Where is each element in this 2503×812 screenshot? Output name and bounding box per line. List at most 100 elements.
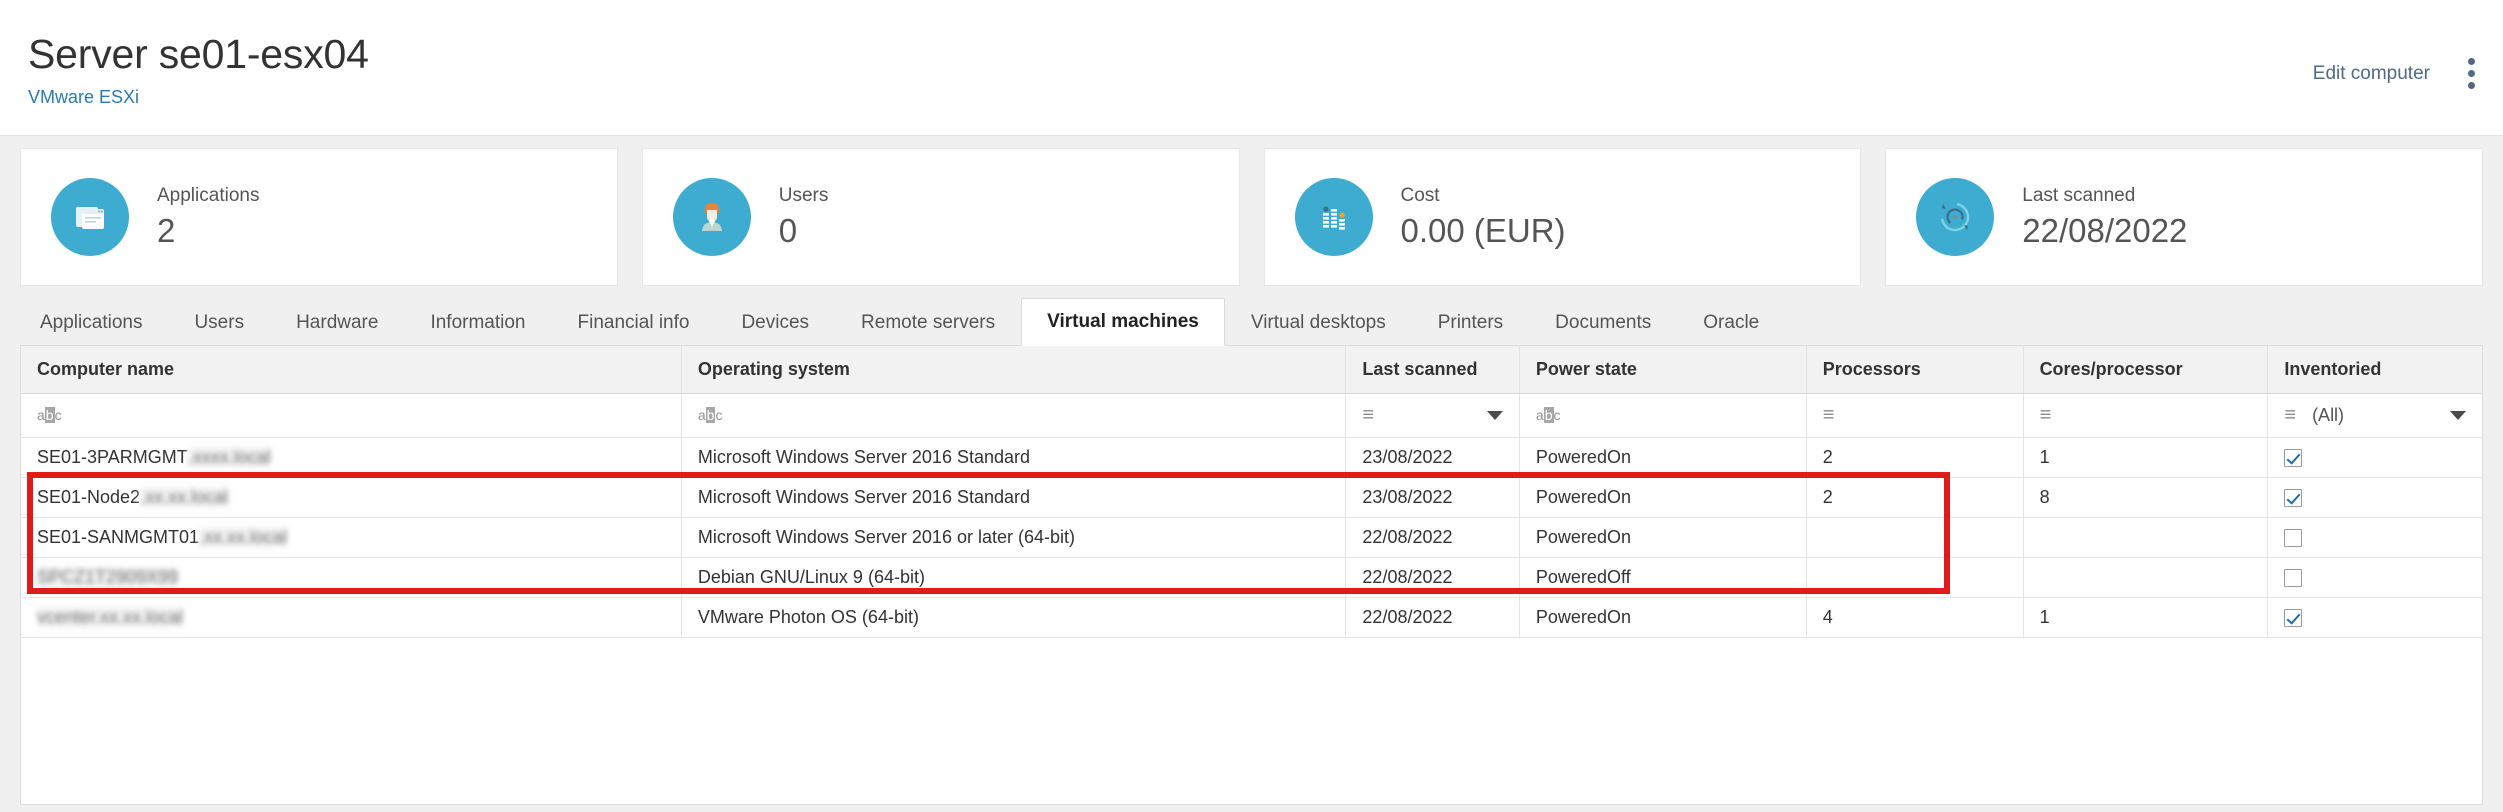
tab-printers[interactable]: Printers	[1412, 298, 1529, 346]
cell-computer-name: vcenter.xx.xx.local	[21, 597, 682, 638]
column-header-power-state[interactable]: Power state	[1519, 346, 1807, 394]
page-header: Server se01-esx04 VMware ESXi Edit compu…	[0, 0, 2503, 136]
cell-processors: 2	[1806, 437, 2024, 478]
header-actions: Edit computer	[2313, 56, 2481, 91]
inventoried-checkbox[interactable]	[2284, 608, 2303, 627]
equals-filter-icon[interactable]: ≡	[1362, 405, 1374, 425]
cell-last-scanned: 22/08/2022	[1345, 597, 1520, 638]
redacted-domain-suffix: .xx.xx.local	[140, 486, 229, 508]
equals-filter-icon[interactable]: ≡	[2284, 405, 2296, 425]
card-applications[interactable]: Applications 2	[20, 148, 618, 286]
cell-last-scanned: 23/08/2022	[1345, 437, 1520, 478]
card-label: Applications	[157, 184, 260, 206]
header-row: Computer name Operating system Last scanne…	[21, 346, 2482, 394]
redacted-computer-name: SPCZ1T2909X99	[37, 566, 179, 588]
column-header-operating-system[interactable]: Operating system	[681, 346, 1347, 394]
cell-computer-name: SPCZ1T2909X99	[21, 557, 682, 598]
cell-power-state: PoweredOn	[1519, 437, 1807, 478]
cell-processors	[1806, 557, 2024, 598]
tab-bar: Applications Users Hardware Information Fina…	[0, 298, 2503, 346]
filter-cell-inventoried[interactable]: ≡ (All)	[2267, 393, 2482, 438]
column-header-inventoried[interactable]: Inventoried	[2267, 346, 2482, 394]
cell-power-state: PoweredOff	[1519, 557, 1807, 598]
card-cost[interactable]: Cost 0.00 (EUR)	[1263, 148, 1862, 286]
filter-dropdown-caret[interactable]	[1486, 410, 1503, 420]
inventoried-checkbox[interactable]	[2284, 448, 2303, 467]
text-filter-icon[interactable]: abc	[1536, 407, 1561, 423]
card-last-scanned[interactable]: Last scanned 22/08/2022	[1885, 148, 2483, 286]
cell-cores-per-processor	[2023, 517, 2269, 558]
column-header-processors[interactable]: Processors	[1806, 346, 2024, 394]
cell-last-scanned: 23/08/2022	[1345, 477, 1520, 518]
tab-devices[interactable]: Devices	[715, 298, 835, 346]
refresh-icon	[1916, 178, 1995, 256]
equals-filter-icon[interactable]: ≡	[2040, 405, 2052, 425]
edit-computer-button[interactable]: Edit computer	[2313, 63, 2430, 85]
cell-processors: 4	[1806, 597, 2024, 638]
user-avatar-icon	[672, 178, 751, 256]
tab-virtual-desktops[interactable]: Virtual desktops	[1225, 298, 1412, 346]
inventoried-checkbox[interactable]	[2284, 528, 2303, 547]
filter-dropdown-caret[interactable]	[2450, 410, 2466, 420]
kebab-menu-icon[interactable]	[2462, 56, 2481, 91]
cell-power-state: PoweredOn	[1519, 597, 1807, 638]
equals-filter-icon[interactable]: ≡	[1823, 405, 1835, 425]
page-title: Server se01-esx04	[28, 31, 369, 77]
card-text: Cost 0.00 (EUR)	[1401, 184, 1566, 251]
inventoried-checkbox[interactable]	[2284, 488, 2303, 507]
table-row[interactable]: SE01-3PARMGMT.xxxx.local Microsoft Window…	[21, 437, 2482, 478]
cell-inventoried	[2267, 597, 2482, 638]
card-value: 22/08/2022	[2022, 211, 2188, 249]
cell-cores-per-processor: 1	[2023, 437, 2269, 478]
virtual-machines-grid: Computer name Operating system Last scanne…	[20, 345, 2483, 805]
table-row[interactable]: vcenter.xx.xx.local VMware Photon OS (64-…	[21, 597, 2482, 638]
vm-table: Computer name Operating system Last scanne…	[21, 346, 2482, 638]
page-subtitle-link[interactable]: VMware ESXi	[28, 86, 369, 108]
cell-operating-system: VMware Photon OS (64-bit)	[681, 597, 1347, 638]
text-filter-icon[interactable]: abc	[698, 407, 722, 423]
filter-cell-last-scanned[interactable]: ≡	[1345, 393, 1520, 438]
tab-documents[interactable]: Documents	[1529, 298, 1677, 346]
column-header-cores-processor[interactable]: Cores/processor	[2023, 346, 2269, 394]
card-value: 0.00 (EUR)	[1400, 211, 1566, 249]
tab-hardware[interactable]: Hardware	[270, 298, 404, 346]
column-header-computer-name[interactable]: Computer name	[21, 346, 682, 394]
cell-cores-per-processor: 1	[2023, 597, 2269, 638]
computer-name-text: SE01-SANMGMT01	[37, 526, 200, 547]
tab-financial-info[interactable]: Financial info	[552, 298, 716, 346]
cell-last-scanned: 22/08/2022	[1345, 557, 1520, 598]
tab-information[interactable]: Information	[404, 298, 551, 346]
computer-name-text: SE01-3PARMGMT	[37, 446, 188, 467]
column-header-last-scanned[interactable]: Last scanned	[1345, 346, 1520, 394]
card-label: Last scanned	[2022, 184, 2136, 206]
redacted-domain-suffix: .xx.xx.local	[199, 526, 288, 548]
tab-virtual-machines[interactable]: Virtual machines	[1021, 298, 1225, 346]
table-row[interactable]: SE01-SANMGMT01.xx.xx.local Microsoft Wind…	[21, 517, 2482, 558]
tab-applications[interactable]: Applications	[14, 298, 168, 346]
cell-inventoried	[2267, 517, 2482, 558]
inventoried-filter-value: (All)	[2312, 404, 2345, 425]
filter-cell-power-state[interactable]: abc	[1519, 393, 1807, 438]
tab-remote-servers[interactable]: Remote servers	[835, 298, 1021, 346]
filter-row: abc abc ≡ abc ≡ ≡ ≡ (All)	[21, 393, 2482, 438]
table-head: Computer name Operating system Last scanne…	[21, 346, 2482, 438]
tab-oracle[interactable]: Oracle	[1677, 298, 1785, 346]
text-filter-icon[interactable]: abc	[37, 407, 62, 423]
card-users[interactable]: Users 0	[641, 148, 1240, 286]
filter-cell-operating-system[interactable]: abc	[681, 393, 1347, 438]
filter-cell-processors[interactable]: ≡	[1806, 393, 2024, 438]
table-row[interactable]: SE01-Node2.xx.xx.local Microsoft Windows …	[21, 477, 2482, 518]
cell-last-scanned: 22/08/2022	[1345, 517, 1520, 558]
card-value: 0	[778, 211, 798, 249]
applications-icon	[51, 178, 129, 256]
inventoried-checkbox[interactable]	[2284, 568, 2303, 587]
tab-users[interactable]: Users	[168, 298, 270, 346]
cell-operating-system: Microsoft Windows Server 2016 Standard	[681, 477, 1347, 518]
cell-inventoried	[2267, 437, 2482, 478]
cell-cores-per-processor: 8	[2023, 477, 2269, 518]
cell-cores-per-processor	[2023, 557, 2269, 598]
card-text: Users 0	[779, 184, 829, 251]
table-row[interactable]: SPCZ1T2909X99 Debian GNU/Linux 9 (64-bit)…	[21, 557, 2482, 598]
filter-cell-computer-name[interactable]: abc	[21, 393, 682, 438]
filter-cell-cores-processor[interactable]: ≡	[2023, 393, 2269, 438]
